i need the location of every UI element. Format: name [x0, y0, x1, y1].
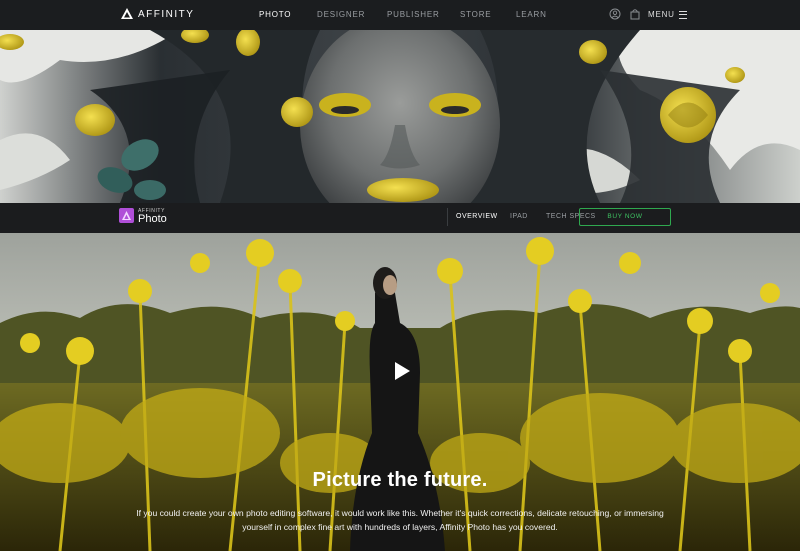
nav-link-designer[interactable]: DESIGNER [317, 10, 365, 19]
nav-link-photo[interactable]: PHOTO [259, 10, 291, 19]
product-name[interactable]: Photo [138, 213, 167, 225]
user-account-icon[interactable] [609, 8, 621, 20]
affinity-logo[interactable]: AFFINITY [120, 7, 194, 21]
buy-now-button[interactable]: BUY NOW [579, 208, 671, 226]
hero-background-photo [0, 233, 800, 551]
nav-link-learn[interactable]: LEARN [516, 10, 547, 19]
hero-description: If you could create your own photo editi… [136, 508, 664, 532]
subnav-divider [447, 208, 448, 226]
nav-link-publisher[interactable]: PUBLISHER [387, 10, 440, 19]
menu-label: MENU [648, 10, 675, 19]
play-video-icon[interactable] [386, 356, 416, 386]
subnav-link-ipad[interactable]: IPAD [510, 213, 528, 220]
nav-link-store[interactable]: STORE [460, 10, 491, 19]
portrait-artwork [0, 30, 800, 203]
shopping-bag-icon[interactable] [629, 8, 641, 20]
hero-video-section [0, 233, 800, 551]
top-navigation-bar: AFFINITY PHOTO DESIGNER PUBLISHER STORE … [0, 0, 800, 30]
affinity-photo-app-icon[interactable] [119, 208, 134, 223]
menu-button[interactable]: MENU [648, 10, 687, 19]
hero-headline: Picture the future. [312, 469, 488, 491]
hero-banner-portrait [0, 30, 800, 203]
affinity-logo-icon [121, 8, 133, 19]
logo-text: AFFINITY [138, 8, 195, 20]
hamburger-menu-icon [678, 10, 687, 19]
subnav-link-overview[interactable]: OVERVIEW [456, 213, 498, 220]
